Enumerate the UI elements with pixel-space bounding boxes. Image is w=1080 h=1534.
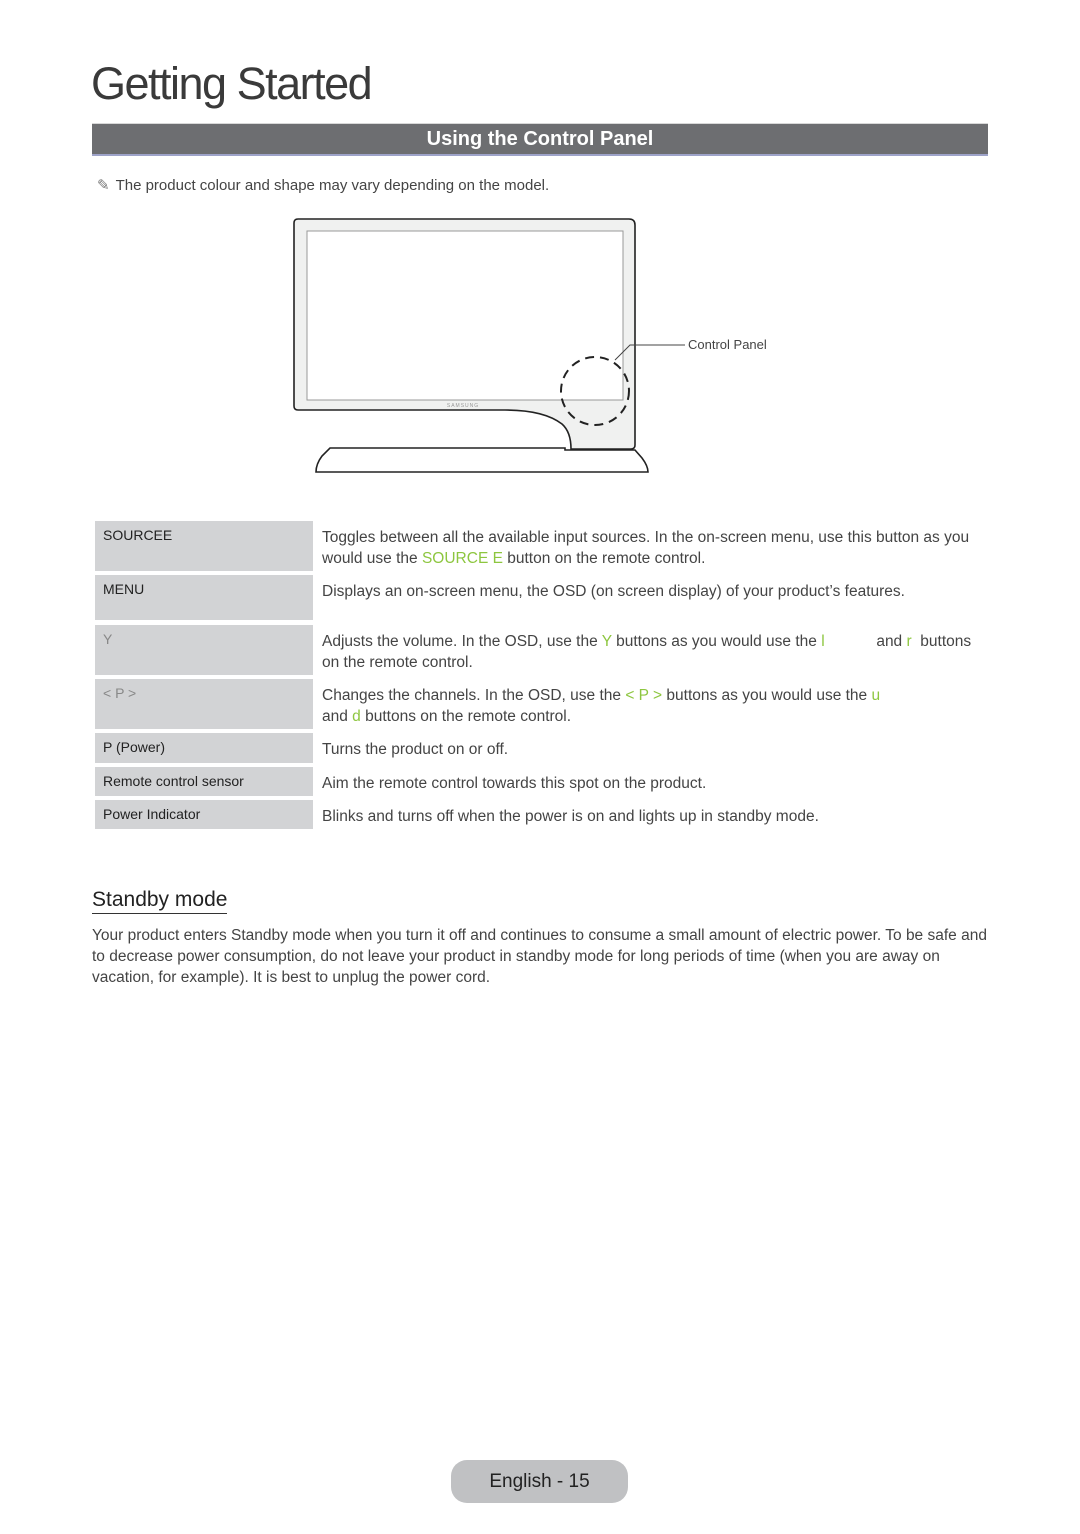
control-description: Displays an on-screen menu, the OSD (on … (322, 583, 905, 600)
control-row: MENU Displays an on-screen menu, the OSD… (95, 575, 995, 620)
highlight-text: u (871, 687, 881, 704)
control-label: Y (95, 625, 313, 675)
highlight-text: SOURCE E (421, 550, 503, 567)
pencil-icon: ✎ (97, 177, 110, 194)
control-label: MENU (95, 575, 313, 620)
control-row: Remote control sensor Aim the remote con… (95, 767, 995, 796)
control-label: < P > (95, 679, 313, 729)
note-text: The product colour and shape may vary de… (115, 177, 550, 194)
note: ✎ The product colour and shape may vary d… (97, 176, 549, 194)
monitor-stand-base (315, 447, 649, 473)
control-row: < P > Changes the channels. In the OSD, … (95, 679, 995, 729)
standby-heading: Standby mode (92, 887, 228, 914)
chapter-title: Getting Started (91, 58, 373, 109)
control-description: Changes the channels. In the OSD, use th… (322, 687, 881, 725)
highlight-text: d (352, 708, 361, 725)
brand-logo: SAMSUNG (447, 403, 479, 409)
page-number: English - 15 (451, 1460, 628, 1503)
monitor-screen (306, 230, 624, 401)
control-label: SOURCEE (95, 521, 313, 571)
section-title-bar: Using the Control Panel (92, 123, 988, 156)
highlight-text: < P > (625, 687, 663, 704)
control-label: P (Power) (95, 733, 313, 763)
highlight-text: Y (601, 633, 612, 650)
control-label: Remote control sensor (95, 767, 313, 796)
control-row: Y Adjusts the volume. In the OSD, use th… (95, 625, 995, 675)
control-panel-label: Control Panel (688, 337, 767, 352)
standby-paragraph: Your product enters Standby mode when yo… (92, 927, 987, 986)
control-label: Power Indicator (95, 800, 313, 829)
control-description: Turns the product on or off. (322, 741, 509, 758)
control-description: Aim the remote control towards this spot… (322, 775, 707, 792)
control-description: Blinks and turns off when the power is o… (322, 808, 819, 825)
control-row: SOURCEE Toggles between all the availabl… (95, 521, 995, 571)
control-row: Power Indicator Blinks and turns off whe… (95, 800, 995, 829)
control-description: Adjusts the volume. In the OSD, use the … (322, 633, 976, 671)
control-description: Toggles between all the available input … (322, 529, 970, 567)
control-row: P (Power) Turns the product on or off. (95, 733, 995, 763)
